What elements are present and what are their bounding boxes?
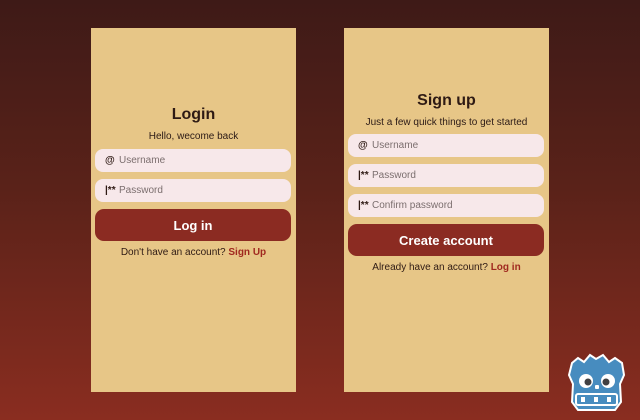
login-link[interactable]: Log in <box>491 262 521 273</box>
password-icon: |** <box>358 200 369 211</box>
godot-logo-svg <box>567 353 626 411</box>
login-prompt: Already have an account? Log in <box>344 262 549 273</box>
at-icon: @ <box>358 140 368 151</box>
godot-logo-icon <box>563 350 631 415</box>
login-panel: Login Hello, wecome back @ |** Log in Do… <box>91 28 296 392</box>
signup-link[interactable]: Sign Up <box>228 247 266 258</box>
password-icon: |** <box>105 185 116 196</box>
login-subtitle: Hello, wecome back <box>148 131 239 142</box>
login-password-field[interactable]: |** <box>95 179 291 202</box>
signup-prompt: Don't have an account? Sign Up <box>91 247 296 258</box>
at-icon: @ <box>105 155 115 166</box>
signup-subtitle: Just a few quick things to get started <box>365 117 528 128</box>
signup-password-input[interactable] <box>372 170 532 181</box>
login-username-field[interactable]: @ <box>95 149 291 172</box>
login-title: Login <box>171 106 216 123</box>
login-button[interactable]: Log in <box>95 209 291 241</box>
signup-password-field[interactable]: |** <box>348 164 544 187</box>
password-icon: |** <box>358 170 369 181</box>
signup-prompt-text: Don't have an account? <box>120 247 226 258</box>
login-username-input[interactable] <box>119 155 279 166</box>
signup-confirm-password-input[interactable] <box>372 200 532 211</box>
signup-confirm-password-field[interactable]: |** <box>348 194 544 217</box>
signup-username-field[interactable]: @ <box>348 134 544 157</box>
signup-title: Sign up <box>417 92 476 109</box>
signup-username-input[interactable] <box>372 140 532 151</box>
login-password-input[interactable] <box>119 185 279 196</box>
create-account-button[interactable]: Create account <box>348 224 544 256</box>
login-prompt-text: Already have an account? <box>372 262 488 273</box>
signup-panel: Sign up Just a few quick things to get s… <box>344 28 549 392</box>
